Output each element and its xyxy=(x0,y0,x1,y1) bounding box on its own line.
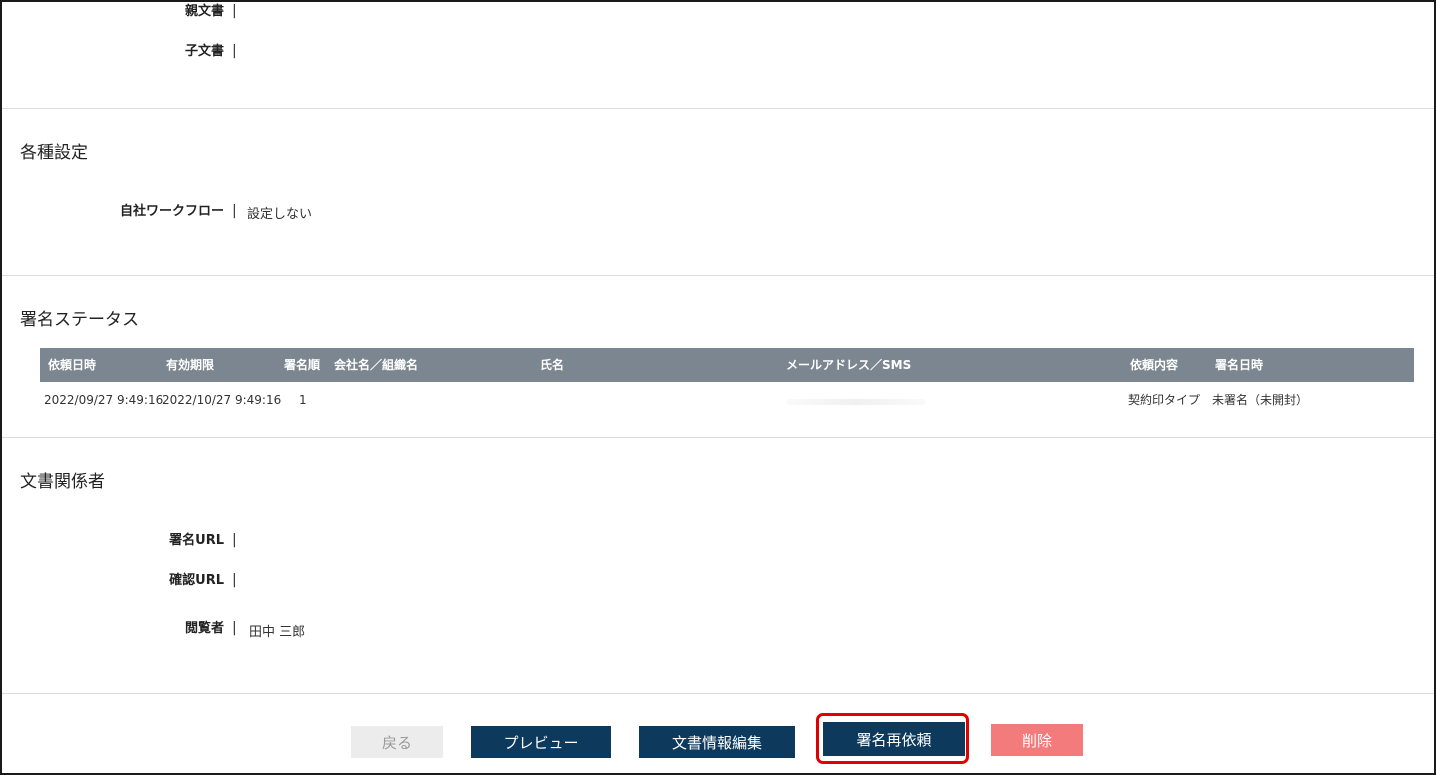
sign-url-label: 署名URL xyxy=(169,533,224,548)
section-divider xyxy=(2,275,1434,276)
viewer-row: 閲覧者 xyxy=(2,619,224,639)
column-header-company: 会社名／組織名 xyxy=(334,358,419,372)
section-divider xyxy=(2,437,1434,438)
settings-section-title: 各種設定 xyxy=(20,143,88,163)
confirm-url-separator: | xyxy=(232,572,237,588)
viewer-separator: | xyxy=(232,620,237,636)
cell-signed-datetime: 未署名（未開封） xyxy=(1212,393,1309,407)
cell-request-datetime: 2022/09/27 9:49:16 xyxy=(44,393,164,407)
column-header-name: 氏名 xyxy=(540,358,565,372)
column-header-order: 署名順 xyxy=(284,358,321,372)
resend-signature-request-button[interactable]: 署名再依頼 xyxy=(823,722,965,756)
edit-document-info-button[interactable]: 文書情報編集 xyxy=(639,726,795,758)
section-divider xyxy=(2,108,1434,109)
sign-url-separator: | xyxy=(232,532,237,548)
sign-url-row: 署名URL xyxy=(2,531,224,551)
child-document-row: 子文書 xyxy=(2,42,224,62)
child-document-label: 子文書 xyxy=(184,44,224,59)
confirm-url-row: 確認URL xyxy=(2,571,224,591)
viewer-value: 田中 三郎 xyxy=(249,625,306,640)
signature-status-table: 依頼日時 有効期限 署名順 会社名／組織名 氏名 メールアドレス／SMS 依頼内… xyxy=(40,348,1414,418)
table-row: 2022/09/27 9:49:16 2022/10/27 9:49:16 1 … xyxy=(40,382,1414,418)
cell-request-type: 契約印タイプ xyxy=(1128,393,1201,407)
signature-status-section-title: 署名ステータス xyxy=(20,310,139,330)
column-header-email: メールアドレス／SMS xyxy=(786,358,912,372)
child-document-separator: | xyxy=(232,43,237,59)
workflow-row: 自社ワークフロー xyxy=(2,202,224,222)
cell-order: 1 xyxy=(299,393,307,407)
section-divider xyxy=(2,693,1434,694)
parent-document-separator: | xyxy=(232,3,237,19)
stakeholders-section-title: 文書関係者 xyxy=(20,472,105,492)
column-header-signed-datetime: 署名日時 xyxy=(1215,358,1264,372)
column-header-request-type: 依頼内容 xyxy=(1130,358,1179,372)
column-header-request-datetime: 依頼日時 xyxy=(48,358,97,372)
parent-document-label: 親文書 xyxy=(184,4,224,19)
column-header-expiry: 有効期限 xyxy=(166,358,215,372)
back-button[interactable]: 戻る xyxy=(351,726,443,758)
document-detail-page: 親文書 | 子文書 | 各種設定 自社ワークフロー | 設定しない 署名ステータ… xyxy=(0,0,1436,775)
workflow-separator: | xyxy=(232,203,237,219)
delete-button[interactable]: 削除 xyxy=(991,724,1083,756)
redacted-email xyxy=(786,399,926,405)
confirm-url-label: 確認URL xyxy=(169,573,224,588)
viewer-label: 閲覧者 xyxy=(184,621,224,636)
cell-expiry: 2022/10/27 9:49:16 xyxy=(162,393,282,407)
preview-button[interactable]: プレビュー xyxy=(471,726,611,758)
parent-document-row: 親文書 xyxy=(2,2,224,22)
workflow-label: 自社ワークフロー xyxy=(119,204,224,219)
table-header: 依頼日時 有効期限 署名順 会社名／組織名 氏名 メールアドレス／SMS 依頼内… xyxy=(40,348,1414,382)
workflow-value: 設定しない xyxy=(247,207,313,222)
